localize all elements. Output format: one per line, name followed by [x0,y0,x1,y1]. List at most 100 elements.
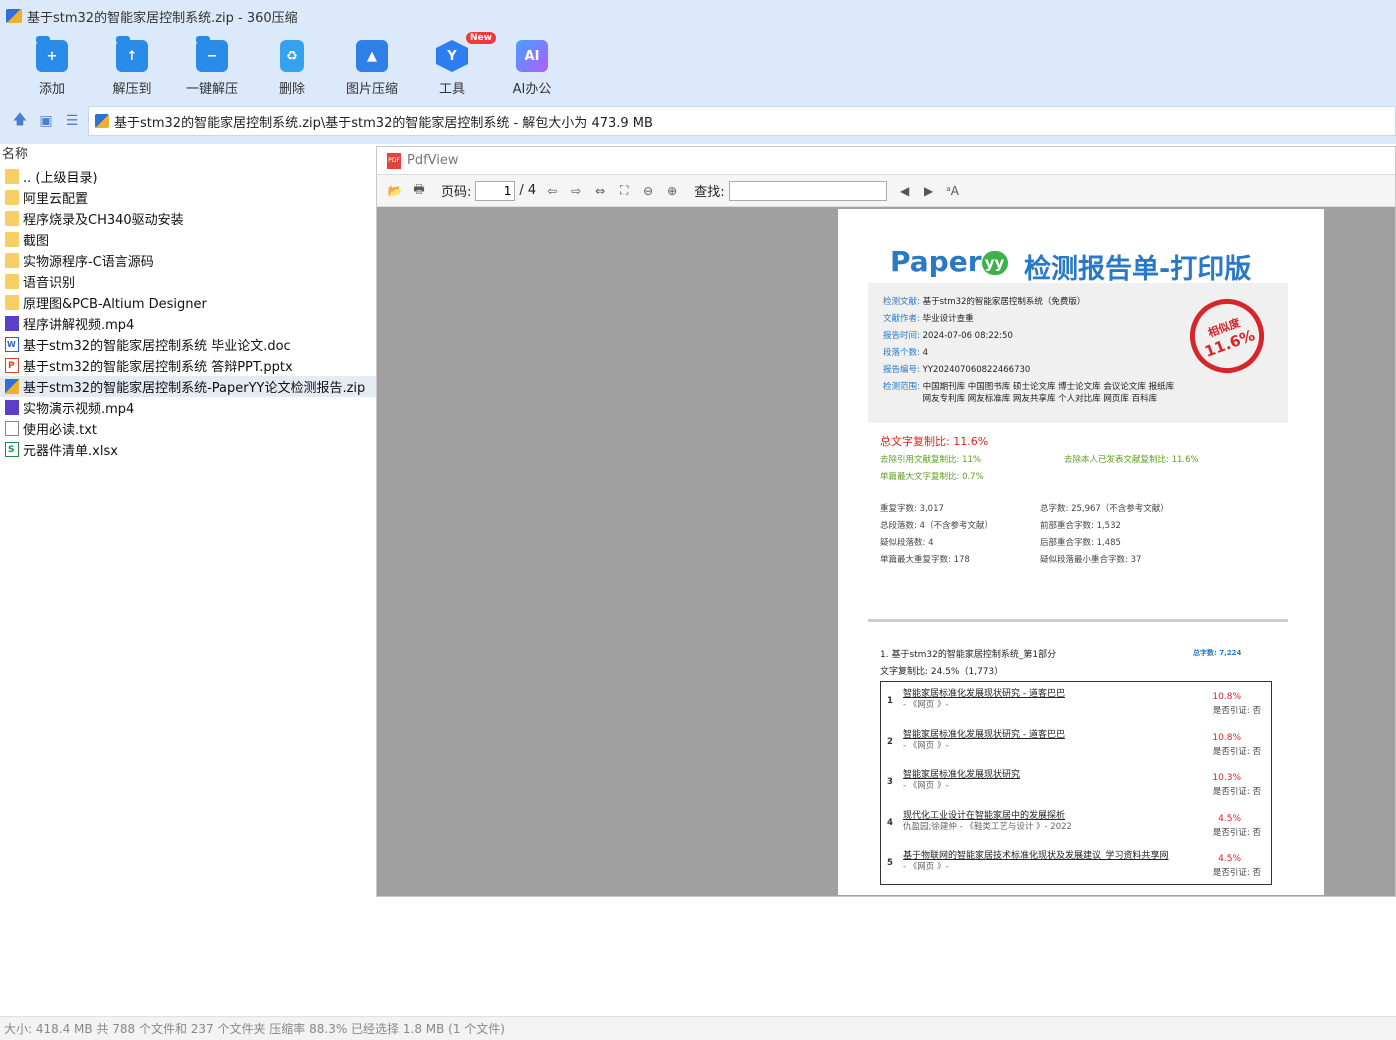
list-item[interactable]: 基于stm32的智能家居控制系统 答辩PPT.pptx [0,355,376,376]
extract-to-label: 解压到 [112,82,152,97]
report-info-box: 检测文献: 基于stm32的智能家居控制系统（免费版） 文献作者: 毕业设计查重… [868,283,1288,423]
info-author: 文献作者: 毕业设计查重 [883,314,974,324]
paperyy-logo: Paper yy [890,245,1008,278]
similarity-seal: 相似度 11.6% [1179,288,1275,384]
file-name: 实物源程序-C语言源码 [23,255,154,270]
ai-office-button[interactable]: AI AI办公 [492,32,572,98]
file-name: 阿里云配置 [23,192,89,207]
one-click-extract-icon: − [196,36,228,72]
list-item[interactable]: 元器件清单.xlsx [0,439,376,460]
one-click-extract-label: 一键解压 [185,82,238,97]
list-item[interactable]: 基于stm32的智能家居控制系统 毕业论文.doc [0,334,376,355]
pdf-page: Paper yy 检测报告单-打印版 检测文献: 基于stm32的智能家居控制系统… [838,209,1324,895]
address-bar: 🡅 ▣ ☰ 基于stm32的智能家居控制系统.zip\基于stm32的智能家居控… [0,98,1396,144]
page-number-input[interactable] [475,180,516,201]
info-time: 报告时间: 2024-07-06 08:22:50 [883,331,1013,341]
source-item: 2 智能家居标准化发展现状研究 - 道客巴巴 - 《网页 》- 10.8% 是否… [887,730,1261,757]
section-char-count: 总字数: 7,224 [1193,649,1242,657]
file-name: 程序讲解视频.mp4 [23,318,135,333]
delete-bin-icon: ♻ [280,40,304,72]
ai-office-label: AI办公 [512,82,552,97]
tools-label: 工具 [438,82,465,97]
exclude-ref-ratio: 去除引用文献复制比: 11% [880,455,981,465]
text-file-icon [5,421,19,436]
find-label: 查找: [694,185,725,200]
word-doc-icon [5,337,19,352]
total-copy-ratio: 总文字复制比: 11.6% [880,435,989,448]
previous-page-icon[interactable]: ⇦ [542,181,562,201]
folder-icon [5,295,19,310]
source-item: 5 基于物联网的智能家居技术标准化现状及发展建议_学习资料共享网 - 《网页 》… [887,851,1261,878]
one-click-extract-button[interactable]: − 一键解压 [172,32,252,98]
image-compress-button[interactable]: ▲ 图片压缩 [332,32,412,98]
ai-office-icon: AI [516,40,548,72]
list-item[interactable]: 实物演示视频.mp4 [0,397,376,418]
video-file-icon [5,400,19,415]
list-item[interactable]: 语音识别 [0,271,376,292]
list-item-selected[interactable]: 基于stm32的智能家居控制系统-PaperYY论文检测报告.zip [0,376,376,397]
next-page-icon[interactable]: ⇨ [566,181,586,201]
file-name: 实物演示视频.mp4 [23,402,135,417]
list-item[interactable]: .. (上级目录) [0,166,376,187]
list-item[interactable]: 阿里云配置 [0,187,376,208]
spreadsheet-icon [5,442,19,457]
source-list: 1 智能家居标准化发展现状研究 - 道客巴巴 - 《网页 》- 10.8% 是否… [880,681,1272,885]
fit-width-icon[interactable]: ⇔ [590,181,610,201]
main-toolbar: + 添加 ↑ 解压到 − 一键解压 ♻ 删除 ▲ 图片压缩 Y New 工具 A… [0,32,1396,98]
find-input[interactable] [728,180,887,201]
thumbnail-view-icon[interactable]: ▣ [34,109,58,133]
list-item[interactable]: 原理图&PCB-Altium Designer [0,292,376,313]
add-button[interactable]: + 添加 [12,32,92,98]
folder-icon [5,190,19,205]
list-item[interactable]: 实物源程序-C语言源码 [0,250,376,271]
list-item[interactable]: 程序讲解视频.mp4 [0,313,376,334]
zip-file-icon [95,114,109,128]
open-file-icon[interactable]: 📂 [385,181,405,201]
file-name: 元器件清单.xlsx [23,444,118,459]
find-previous-icon[interactable]: ◀ [895,181,915,201]
report-title: 检测报告单-打印版 [1024,254,1252,285]
section-title: 1. 基于stm32的智能家居控制系统_第1部分 [880,650,1057,660]
folder-icon [5,169,19,184]
delete-label: 删除 [278,82,305,97]
page-label: 页码: [441,185,472,200]
list-view-icon[interactable]: ☰ [60,109,84,133]
column-header-name[interactable]: 名称 [0,144,376,166]
window-title: 基于stm32的智能家居控制系统.zip - 360压缩 [27,10,298,26]
list-item[interactable]: 使用必读.txt [0,418,376,439]
list-item[interactable]: 截图 [0,229,376,250]
pdf-preview-pane: PDF PdfView 📂 🖶 页码: / 4 ⇦ ⇨ ⇔ ⛶ ⊖ ⊕ 查找: … [376,146,1396,897]
stat-back-overlap: 后部重合字数: 1,485 [1040,538,1121,548]
fit-page-icon[interactable]: ⛶ [614,181,634,201]
list-item[interactable]: 程序烧录及CH340驱动安装 [0,208,376,229]
status-text: 大小: 418.4 MB 共 788 个文件和 237 个文件夹 压缩率 88.… [4,1022,505,1036]
match-case-icon[interactable]: ᵃA [943,181,963,201]
print-icon[interactable]: 🖶 [409,181,429,201]
single-max-ratio: 单篇最大文字复制比: 0.7% [880,472,984,482]
find-next-icon[interactable]: ▶ [919,181,939,201]
info-scope: 检测范围: 中国期刊库 中国图书库 硕士论文库 博士论文库 会议论文库 报纸库网… [883,382,1175,404]
up-arrow-icon[interactable]: 🡅 [8,109,32,133]
page-total: / 4 [519,183,537,198]
file-name: 基于stm32的智能家居控制系统-PaperYY论文检测报告.zip [23,381,366,396]
delete-button[interactable]: ♻ 删除 [252,32,332,98]
info-doc: 检测文献: 基于stm32的智能家居控制系统（免费版） [883,297,1086,307]
extract-to-button[interactable]: ↑ 解压到 [92,32,172,98]
folder-icon [5,274,19,289]
file-name: 截图 [23,234,50,249]
pdf-preview-title: PdfView [407,153,459,168]
title-bar: 基于stm32的智能家居控制系统.zip - 360压缩 [0,0,1396,32]
app-logo-icon [6,9,22,23]
zoom-out-icon[interactable]: ⊖ [638,181,658,201]
tools-button[interactable]: Y New 工具 [412,32,496,98]
source-item: 1 智能家居标准化发展现状研究 - 道客巴巴 - 《网页 》- 10.8% 是否… [887,689,1261,716]
stat-single-max-repeat: 单篇最大重复字数: 178 [880,555,970,565]
path-field[interactable]: 基于stm32的智能家居控制系统.zip\基于stm32的智能家居控制系统 - … [88,106,1396,136]
pdf-canvas[interactable]: Paper yy 检测报告单-打印版 检测文献: 基于stm32的智能家居控制系统… [377,207,1395,896]
add-button-label: 添加 [38,82,65,97]
powerpoint-icon [5,358,19,373]
path-text: 基于stm32的智能家居控制系统.zip\基于stm32的智能家居控制系统 - … [114,115,653,131]
folder-icon [5,232,19,247]
zoom-in-icon[interactable]: ⊕ [662,181,682,201]
tools-icon: Y [436,40,468,72]
